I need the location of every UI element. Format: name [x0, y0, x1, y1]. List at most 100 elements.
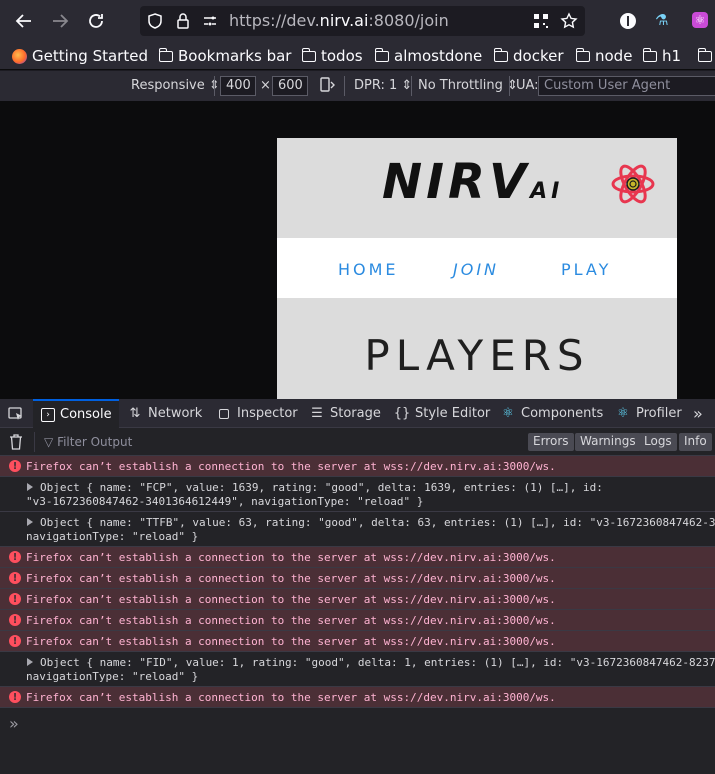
filter-divider — [34, 432, 35, 452]
permissions-icon[interactable] — [201, 12, 219, 30]
chevron-double-right-icon: » — [693, 404, 703, 423]
tab-console[interactable]: › Console — [33, 399, 119, 428]
console-error-row[interactable]: ! Firefox can’t establish a connection t… — [0, 456, 715, 477]
filter-logs-button[interactable]: Logs — [639, 433, 677, 451]
console-log-row[interactable]: Object { name: "FCP", value: 1639, ratin… — [0, 477, 715, 512]
error-icon: ! — [9, 691, 21, 703]
site-nav: HOME JOIN PLAY — [277, 238, 677, 298]
element-picker-icon — [8, 406, 22, 420]
console-error-row[interactable]: ! Firefox can’t establish a connection t… — [0, 547, 715, 568]
device-viewport: NIRVAI HOME JOIN PLAY PLAYERS — [277, 138, 677, 399]
lock-icon[interactable] — [174, 12, 192, 30]
reload-icon — [89, 14, 103, 28]
user-agent-input[interactable]: Custom User Agent — [538, 76, 715, 96]
console-input-prompt[interactable]: » — [9, 714, 19, 733]
storage-icon: ☰ — [311, 406, 323, 421]
url-bar[interactable]: https://dev.nirv.ai:8080/join — [140, 6, 585, 36]
rotate-device-icon — [320, 77, 335, 92]
console-error-row[interactable]: ! Firefox can’t establish a connection t… — [0, 687, 715, 708]
console-error-row[interactable]: ! Firefox can’t establish a connection t… — [0, 568, 715, 589]
tab-inspector[interactable]: Inspector — [216, 399, 298, 428]
device-selector[interactable]: Responsive ⇕ — [131, 78, 220, 93]
bookmark-folder-bookmarks-bar[interactable]: Bookmarks bar — [158, 46, 291, 66]
hero-section: PLAYERS — [277, 298, 677, 399]
expand-triangle-icon[interactable] — [27, 658, 33, 666]
error-icon: ! — [9, 635, 21, 647]
shield-icon[interactable] — [146, 12, 164, 30]
error-icon: ! — [9, 572, 21, 584]
bookmark-folder-overflow[interactable] — [697, 46, 715, 66]
url-text[interactable]: https://dev.nirv.ai:8080/join — [229, 11, 449, 30]
bookmark-folder-h1[interactable]: h1 — [642, 46, 681, 66]
toolbar-divider — [344, 76, 345, 96]
nav-link-join[interactable]: JOIN — [453, 260, 499, 279]
arrow-left-icon — [15, 14, 31, 28]
console-error-row[interactable]: ! Firefox can’t establish a connection t… — [0, 631, 715, 652]
bookmark-star-icon[interactable] — [560, 12, 578, 30]
bookmark-folder-almostdone[interactable]: almostdone — [374, 46, 482, 66]
folder-icon — [374, 47, 389, 62]
forward-button[interactable] — [46, 7, 74, 35]
console-log-row[interactable]: Object { name: "TTFB", value: 63, rating… — [0, 512, 715, 547]
devtools-tabbar: › Console ⇅ Network Inspector ☰ Storage {}… — [0, 399, 715, 428]
filter-errors-button[interactable]: Errors — [528, 433, 574, 451]
responsive-viewport-area: NIRVAI HOME JOIN PLAY PLAYERS — [0, 101, 715, 399]
folder-icon — [301, 47, 316, 62]
responsive-design-toolbar: Responsive ⇕ 400 × 600 DPR: 1 ⇕ No Throt… — [0, 71, 715, 101]
nav-link-home[interactable]: HOME — [338, 260, 399, 279]
console-log-row[interactable]: Object { name: "FID", value: 1, rating: … — [0, 652, 715, 687]
toolbar-divider — [214, 76, 215, 96]
element-picker-button[interactable] — [8, 399, 24, 428]
folder-icon — [697, 47, 712, 62]
site-logo[interactable]: NIRVAI — [382, 154, 563, 210]
filter-funnel-icon: ▽ — [44, 435, 54, 449]
tab-style-editor[interactable]: {} Style Editor — [393, 399, 491, 428]
filter-info-button[interactable]: Info — [679, 433, 712, 451]
tab-storage[interactable]: ☰ Storage — [309, 399, 381, 428]
style-editor-icon: {} — [393, 406, 411, 421]
viewport-width-input[interactable]: 400 — [220, 76, 256, 96]
qr-code-icon[interactable] — [532, 12, 550, 30]
tab-components[interactable]: ⚛ Components — [500, 399, 603, 428]
devtools-panel: › Console ⇅ Network Inspector ☰ Storage {}… — [0, 399, 715, 774]
expand-triangle-icon[interactable] — [27, 518, 33, 526]
react-logo-icon — [611, 164, 655, 204]
nav-link-play[interactable]: PLAY — [561, 260, 611, 279]
error-icon: ! — [9, 460, 21, 472]
folder-icon — [493, 47, 508, 62]
trash-icon — [10, 434, 22, 450]
toolbar-divider — [509, 76, 510, 96]
error-icon: ! — [9, 614, 21, 626]
filter-warnings-button[interactable]: Warnings — [575, 433, 641, 451]
inspector-icon — [216, 406, 232, 422]
bookmarks-toolbar: Getting Started Bookmarks bar todos almo… — [0, 42, 715, 70]
bookmark-folder-todos[interactable]: todos — [301, 46, 363, 66]
bookmark-getting-started[interactable]: Getting Started — [12, 46, 148, 66]
console-error-row[interactable]: ! Firefox can’t establish a connection t… — [0, 589, 715, 610]
flask-extension-icon[interactable]: ⚗ — [655, 11, 668, 29]
back-button[interactable] — [10, 7, 38, 35]
tab-profiler[interactable]: ⚛ Profiler — [615, 399, 682, 428]
clear-console-button[interactable] — [9, 434, 23, 453]
info-extension-icon[interactable] — [620, 13, 636, 29]
folder-icon — [158, 47, 173, 62]
console-error-row[interactable]: ! Firefox can’t establish a connection t… — [0, 610, 715, 631]
expand-triangle-icon[interactable] — [27, 483, 33, 491]
ua-label: UA: — [516, 78, 539, 93]
throttling-selector[interactable]: No Throttling ⇕ — [418, 78, 518, 93]
react-components-icon: ⚛ — [502, 406, 514, 421]
react-devtools-extension-icon[interactable]: ⚛ — [692, 12, 708, 28]
filter-input[interactable]: ▽ Filter Output — [44, 435, 132, 449]
folder-icon — [575, 47, 590, 62]
firefox-icon — [12, 48, 27, 64]
browser-navbar: https://dev.nirv.ai:8080/join ⚗ ⚛ — [0, 0, 715, 42]
react-profiler-icon: ⚛ — [617, 406, 629, 421]
rotate-viewport-button[interactable] — [318, 76, 336, 98]
bookmark-folder-docker[interactable]: docker — [493, 46, 564, 66]
bookmark-folder-node[interactable]: node — [575, 46, 632, 66]
dpr-selector[interactable]: DPR: 1 ⇕ — [354, 78, 412, 93]
reload-button[interactable] — [82, 7, 110, 35]
tab-network[interactable]: ⇅ Network — [127, 399, 203, 428]
tab-overflow-button[interactable]: » — [693, 399, 703, 428]
viewport-height-input[interactable]: 600 — [272, 76, 308, 96]
